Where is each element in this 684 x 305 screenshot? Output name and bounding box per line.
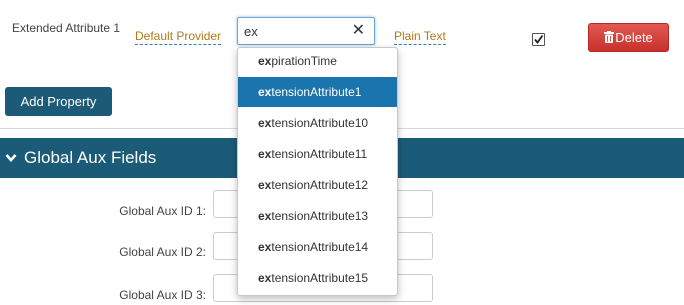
delete-button[interactable]: Delete — [588, 23, 669, 52]
attribute-name: Extended Attribute 1 — [12, 21, 121, 35]
aux-id-1-label: Global Aux ID 1: — [119, 204, 206, 218]
suggestion-rest: tensionAttribute1 — [271, 85, 362, 99]
autocomplete-dropdown: expirationTime extensionAttribute1 exten… — [237, 47, 398, 296]
checkmark-icon — [534, 34, 544, 44]
attribute-search-input[interactable] — [244, 22, 344, 40]
data-type-link[interactable]: Plain Text — [394, 29, 446, 45]
suggestion-match: ex — [258, 116, 272, 130]
section-title: Global Aux Fields — [24, 148, 157, 167]
suggestion-match: ex — [258, 147, 272, 161]
suggestion-match: ex — [258, 54, 272, 68]
aux-id-3-label: Global Aux ID 3: — [119, 288, 206, 302]
suggestion-item[interactable]: extensionAttribute15 — [238, 263, 397, 293]
suggestion-item[interactable]: extensionAttribute11 — [238, 139, 397, 169]
provider-link[interactable]: Default Provider — [135, 29, 222, 45]
suggestion-rest: tensionAttribute13 — [271, 209, 369, 223]
attribute-search-field[interactable]: ✕ — [237, 17, 375, 45]
aux-id-2-label: Global Aux ID 2: — [119, 245, 206, 259]
suggestion-item-active[interactable]: extensionAttribute1 — [238, 77, 397, 107]
suggestion-item[interactable]: extensionAttribute14 — [238, 232, 397, 262]
chevron-down-icon — [5, 152, 17, 166]
suggestion-rest: tensionAttribute14 — [271, 240, 369, 254]
suggestion-match: ex — [258, 240, 272, 254]
suggestion-match: ex — [258, 271, 272, 285]
suggestion-item[interactable]: expirationTime — [238, 46, 397, 76]
suggestion-item[interactable]: extensionAttribute13 — [238, 201, 397, 231]
delete-button-label: Delete — [615, 30, 653, 45]
suggestion-item[interactable]: extensionAttribute12 — [238, 170, 397, 200]
suggestion-rest: tensionAttribute10 — [271, 116, 369, 130]
suggestion-rest: pirationTime — [271, 54, 337, 68]
enabled-checkbox[interactable] — [532, 33, 545, 46]
close-icon[interactable]: ✕ — [352, 21, 365, 41]
suggestion-rest: tensionAttribute15 — [271, 271, 369, 285]
trash-icon — [604, 25, 615, 52]
suggestion-rest: tensionAttribute11 — [271, 147, 368, 161]
suggestion-item[interactable]: extensionAttribute10 — [238, 108, 397, 138]
suggestion-match: ex — [258, 178, 272, 192]
add-property-button[interactable]: Add Property — [5, 87, 112, 116]
suggestion-rest: tensionAttribute12 — [271, 178, 369, 192]
suggestion-match: ex — [258, 85, 272, 99]
suggestion-match: ex — [258, 209, 272, 223]
